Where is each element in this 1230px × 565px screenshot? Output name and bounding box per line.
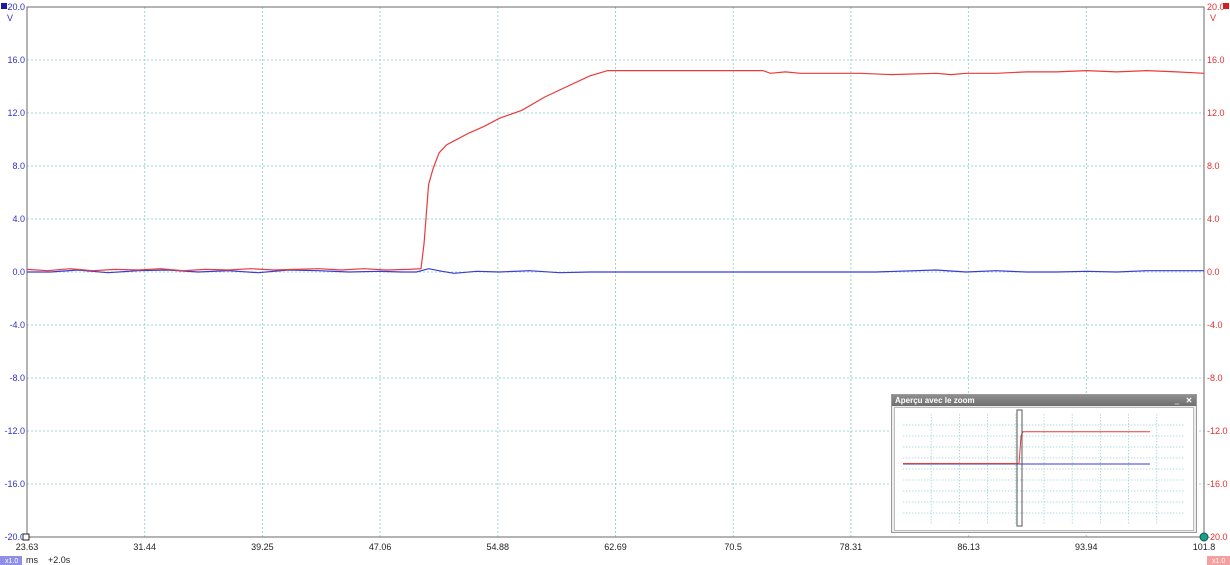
zoom-preview-panel[interactable]: Aperçu avec le zoom ‗ ✕ — [891, 394, 1197, 533]
y-tick-label-right: -8.0 — [1207, 373, 1223, 383]
y-tick-label-right: -20.0 — [1207, 532, 1228, 542]
time-unit-label: ms — [26, 555, 38, 565]
left-axis-unit: V — [7, 13, 13, 23]
zoom-panel-body — [894, 407, 1194, 531]
x-tick-label: 54.88 — [487, 542, 510, 552]
minimize-icon[interactable]: ‗ — [1173, 395, 1181, 406]
x-tick-label: 70.5 — [724, 542, 742, 552]
y-tick-label-left: -4.0 — [9, 320, 25, 330]
y-tick-label-right: 20.0 — [1207, 2, 1225, 12]
y-tick-label-right: 12.0 — [1207, 108, 1225, 118]
y-tick-label-right: 0.0 — [1207, 267, 1220, 277]
y-tick-label-left: 4.0 — [12, 214, 25, 224]
x-tick-label: 86.13 — [957, 542, 980, 552]
y-tick-label-left: -20.0 — [4, 532, 25, 542]
zoom-panel-title: Aperçu avec le zoom — [895, 396, 975, 405]
x-tick-label: 23.63 — [16, 542, 39, 552]
y-tick-label-right: 16.0 — [1207, 55, 1225, 65]
channel-a-scale-label: x1.0 — [5, 558, 18, 565]
channel-b-scale-label: x1.0 — [1212, 558, 1225, 565]
y-tick-label-right: 8.0 — [1207, 161, 1220, 171]
y-tick-label-left: 20.0 — [7, 2, 25, 12]
y-tick-label-left: -12.0 — [4, 426, 25, 436]
y-tick-label-right: -12.0 — [1207, 426, 1228, 436]
x-tick-label: 93.94 — [1075, 542, 1098, 552]
y-tick-label-right: -16.0 — [1207, 479, 1228, 489]
y-tick-label-right: 4.0 — [1207, 214, 1220, 224]
x-tick-label: 78.31 — [840, 542, 863, 552]
zoom-window-handle[interactable] — [1016, 409, 1023, 527]
trigger-delay-label: +2.0s — [48, 555, 71, 565]
x-tick-label: 62.69 — [604, 542, 627, 552]
x-tick-label: 101.8 — [1193, 542, 1216, 552]
x-tick-label: 39.25 — [251, 542, 274, 552]
channel-b-marker[interactable] — [1223, 3, 1229, 9]
zoom-series-layer — [903, 431, 1150, 465]
zoom-overview-plot — [903, 409, 1185, 527]
close-icon[interactable]: ✕ — [1185, 395, 1193, 406]
trigger-marker[interactable] — [22, 533, 30, 541]
y-tick-label-left: 16.0 — [7, 55, 25, 65]
zoom-grid — [903, 414, 1185, 524]
y-tick-label-left: -16.0 — [4, 479, 25, 489]
y-tick-label-left: -8.0 — [9, 373, 25, 383]
x-tick-label: 47.06 — [369, 542, 392, 552]
right-axis-unit: V — [1210, 13, 1216, 23]
y-tick-label-left: 0.0 — [12, 267, 25, 277]
zoom-series-channel-b — [903, 431, 1150, 464]
channel-a-marker[interactable] — [1, 3, 7, 9]
ruler-handle[interactable] — [1199, 532, 1209, 542]
y-tick-label-left: 12.0 — [7, 108, 25, 118]
y-tick-label-left: 8.0 — [12, 161, 25, 171]
zoom-panel-titlebar[interactable]: Aperçu avec le zoom ‗ ✕ — [892, 395, 1196, 406]
x-tick-label: 31.44 — [133, 542, 156, 552]
y-tick-label-right: -4.0 — [1207, 320, 1223, 330]
